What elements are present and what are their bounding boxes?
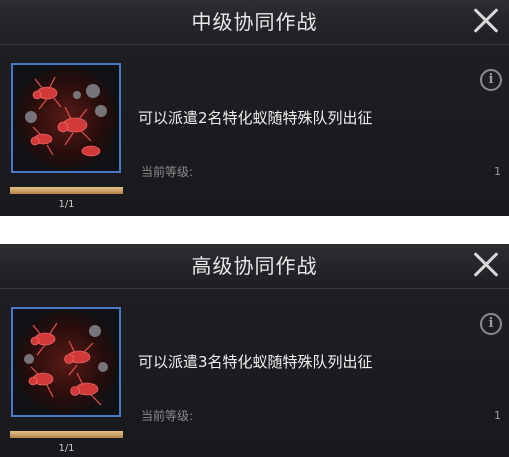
panel-title: 高级协同作战 xyxy=(191,254,318,278)
ant-squad-image xyxy=(13,65,119,171)
close-icon[interactable] xyxy=(469,248,503,282)
current-level-value: 1 xyxy=(494,409,501,422)
skill-panel-advanced: 高级协同作战 1/1 可以派遣3名特化蚁随特殊队列出征 当前等级: 1 i xyxy=(0,244,509,457)
progress-text: 1/1 xyxy=(58,443,75,454)
skill-panel-intermediate: 中级协同作战 1/1 可以派遣2名特化蚁随特殊队列出征 当前等级: 1 i xyxy=(0,0,509,216)
info-icon[interactable]: i xyxy=(480,313,502,335)
panel-header: 高级协同作战 xyxy=(0,244,509,289)
panel-body: 1/1 可以派遣2名特化蚁随特殊队列出征 当前等级: 1 i xyxy=(0,45,509,216)
close-icon[interactable] xyxy=(469,4,503,38)
ant-squad-portrait xyxy=(11,63,121,173)
current-level-label: 当前等级: xyxy=(141,165,194,179)
skill-description: 可以派遣2名特化蚁随特殊队列出征 xyxy=(138,109,373,127)
ant-squad-image xyxy=(13,309,119,415)
skill-description: 可以派遣3名特化蚁随特殊队列出征 xyxy=(138,353,373,371)
panel-header: 中级协同作战 xyxy=(0,0,509,45)
info-icon[interactable]: i xyxy=(480,69,502,91)
progress-text: 1/1 xyxy=(58,199,75,210)
upgrade-progress-bar xyxy=(10,187,123,194)
progress-fill xyxy=(10,187,123,194)
current-level-value: 1 xyxy=(494,165,501,178)
ant-squad-portrait xyxy=(11,307,121,417)
progress-fill xyxy=(10,431,123,438)
panel-title: 中级协同作战 xyxy=(191,10,318,34)
panel-body: 1/1 可以派遣3名特化蚁随特殊队列出征 当前等级: 1 i xyxy=(0,289,509,457)
upgrade-progress-bar xyxy=(10,431,123,438)
current-level-label: 当前等级: xyxy=(141,409,194,423)
